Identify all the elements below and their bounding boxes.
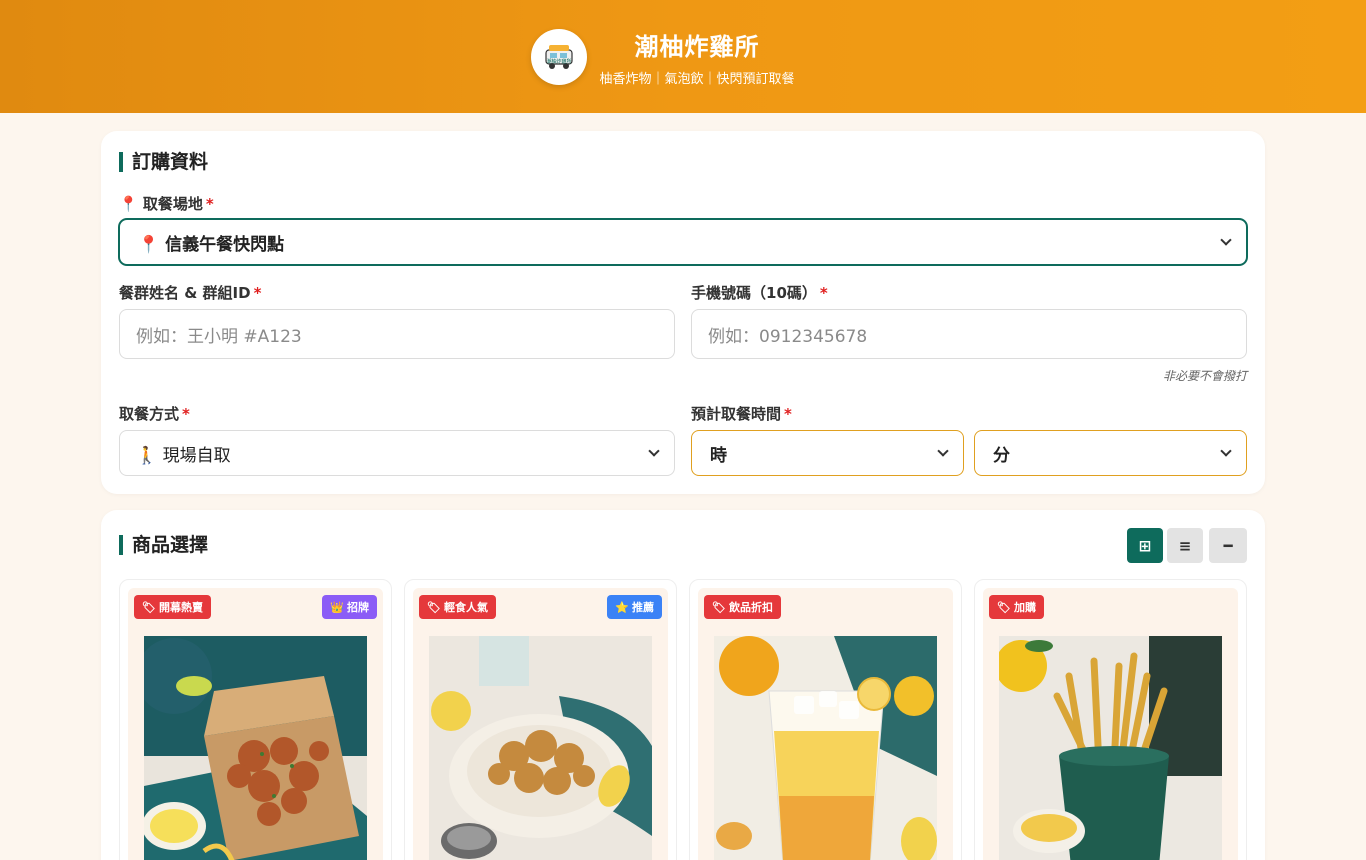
required-mark: * bbox=[182, 405, 190, 423]
product-badge: ⭐ 推薦 bbox=[607, 595, 662, 619]
product-tag: 🏷 飲品折扣 bbox=[704, 595, 781, 619]
product-badge: 👑 招牌 bbox=[322, 595, 377, 619]
minute-select[interactable]: 分 bbox=[974, 430, 1247, 476]
product-tag-label: 開幕熱賣 bbox=[158, 601, 203, 614]
product-tag: 🏷 輕食人氣 bbox=[419, 595, 496, 619]
ticket-icon: 🏷 bbox=[712, 600, 726, 614]
product-tag-label: 飲品折扣 bbox=[728, 601, 773, 614]
product-badge-label: 推薦 bbox=[632, 601, 654, 614]
name-input[interactable]: 例如：王小明 #A123 bbox=[119, 309, 675, 359]
phone-label-text: 手機號碼（10碼） bbox=[691, 284, 817, 302]
phone-input[interactable]: 例如：0912345678 bbox=[691, 309, 1247, 359]
product-tag: 🏷 開幕熱賣 bbox=[134, 595, 211, 619]
brand-title: 潮柚炸雞所 bbox=[634, 32, 760, 61]
required-mark: * bbox=[819, 284, 828, 302]
product-card[interactable]: 🏷 飲品折扣 bbox=[689, 579, 962, 860]
required-mark: * bbox=[784, 405, 792, 423]
food-truck-icon: 潮柚炸雞所 bbox=[545, 44, 574, 69]
list-view-button[interactable]: ≡ bbox=[1167, 528, 1203, 563]
chevron-down-icon bbox=[1220, 234, 1232, 246]
product-image-fried-chicken bbox=[144, 636, 367, 860]
product-image-citrus-soda bbox=[714, 636, 937, 860]
section-title-products: 商品選擇 bbox=[119, 535, 208, 555]
product-card[interactable]: 🏷 開幕熱賣 👑 招牌 bbox=[119, 579, 392, 860]
product-image-seaweed-fries bbox=[999, 636, 1222, 860]
product-image-popcorn-chicken bbox=[429, 636, 652, 860]
compact-view-button[interactable]: ━ bbox=[1209, 528, 1247, 563]
method-label-text: 取餐方式 bbox=[119, 405, 180, 423]
hour-select-value: 時 bbox=[710, 445, 727, 466]
chevron-down-icon bbox=[937, 445, 949, 457]
ticket-icon: 🏷 bbox=[997, 600, 1011, 614]
name-label: 餐群姓名 & 群組ID * bbox=[119, 282, 261, 303]
brand-logo: 潮柚炸雞所 bbox=[531, 28, 588, 85]
minute-select-value: 分 bbox=[993, 445, 1010, 466]
required-mark: * bbox=[253, 284, 262, 302]
method-label: 取餐方式 * bbox=[119, 403, 190, 424]
required-mark: * bbox=[205, 195, 214, 213]
name-label-text: 餐群姓名 & 群組ID bbox=[119, 284, 251, 302]
time-label: 預計取餐時間 * bbox=[691, 403, 792, 424]
product-card-inner: 🏷 開幕熱賣 👑 招牌 bbox=[128, 588, 383, 860]
product-badge-label: 招牌 bbox=[347, 601, 369, 614]
product-card[interactable]: 🏷 輕食人氣 ⭐ 推薦 bbox=[404, 579, 677, 860]
phone-input-placeholder: 例如：0912345678 bbox=[708, 326, 868, 347]
ticket-icon: 🏷 bbox=[142, 600, 156, 614]
list-view-icon: ≡ bbox=[1178, 536, 1192, 555]
location-select[interactable]: 📍 信義午餐快閃點 bbox=[119, 219, 1247, 265]
product-card-inner: 🏷 輕食人氣 ⭐ 推薦 bbox=[413, 588, 668, 860]
brand-subtitle: 柚香炸物｜氣泡飲｜快閃預訂取餐 bbox=[599, 71, 795, 87]
pickup-method-select[interactable]: 🚶 現場自取 bbox=[119, 430, 675, 476]
phone-hint: 非必要不會撥打 bbox=[1162, 369, 1247, 383]
pickup-method-value: 🚶 現場自取 bbox=[136, 445, 231, 466]
grid-view-button[interactable]: ⊞ bbox=[1127, 528, 1163, 563]
chevron-down-icon bbox=[648, 445, 660, 457]
grid-view-icon: ⊞ bbox=[1138, 536, 1152, 555]
star-icon: ⭐ bbox=[615, 600, 629, 614]
chevron-down-icon bbox=[1220, 445, 1232, 457]
product-card[interactable]: 🏷 加購 bbox=[974, 579, 1247, 860]
hour-select[interactable]: 時 bbox=[691, 430, 964, 476]
product-selection-card: 商品選擇 ⊞ ≡ ━ 🏷 開幕熱賣 👑 招牌 🏷 輕食人氣 ⭐ 推薦 🏷 飲品折… bbox=[101, 510, 1265, 860]
phone-label: 手機號碼（10碼） * bbox=[691, 282, 828, 303]
location-label: 📍 取餐場地 * bbox=[119, 193, 214, 214]
compact-view-icon: ━ bbox=[1223, 536, 1233, 555]
crown-icon: 👑 bbox=[330, 600, 344, 614]
location-label-text: 📍 取餐場地 bbox=[119, 195, 203, 213]
order-info-card: 訂購資料 📍 取餐場地 * 📍 信義午餐快閃點 餐群姓名 & 群組ID * 例如：王… bbox=[101, 131, 1265, 494]
product-tag: 🏷 加購 bbox=[989, 595, 1044, 619]
ticket-icon: 🏷 bbox=[427, 600, 441, 614]
section-title-order: 訂購資料 bbox=[119, 152, 208, 172]
time-label-text: 預計取餐時間 bbox=[691, 405, 782, 423]
name-input-placeholder: 例如：王小明 #A123 bbox=[136, 326, 302, 347]
product-tag-label: 輕食人氣 bbox=[443, 601, 488, 614]
product-card-inner: 🏷 飲品折扣 bbox=[698, 588, 953, 860]
svg-text:潮柚炸雞所: 潮柚炸雞所 bbox=[547, 58, 572, 65]
location-select-value: 📍 信義午餐快閃點 bbox=[138, 234, 285, 255]
app-header: 潮柚炸雞所 潮柚炸雞所 柚香炸物｜氣泡飲｜快閃預訂取餐 bbox=[0, 0, 1366, 113]
product-tag-label: 加購 bbox=[1013, 601, 1036, 614]
product-card-inner: 🏷 加購 bbox=[983, 588, 1238, 860]
brand-block: 潮柚炸雞所 柚香炸物｜氣泡飲｜快閃預訂取餐 bbox=[599, 27, 794, 87]
